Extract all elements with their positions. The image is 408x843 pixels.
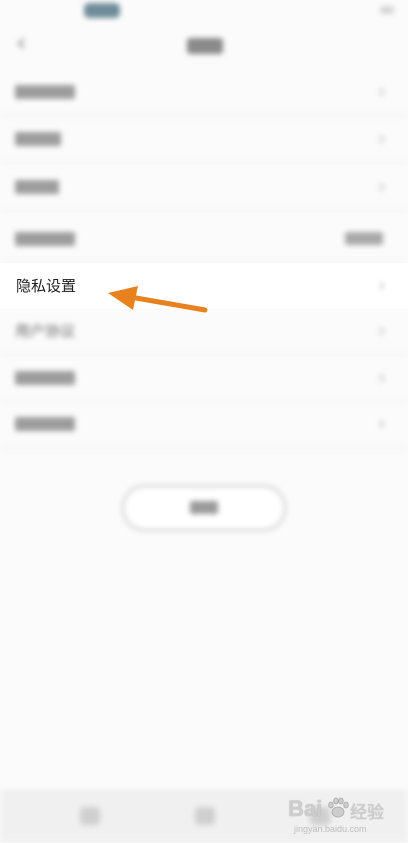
back-arrow-icon[interactable]: ‹ (16, 30, 26, 56)
settings-item-value (345, 232, 383, 245)
settings-item-label: 用户协议 (15, 322, 76, 340)
privacy-settings-label: 隐私设置 (16, 277, 77, 295)
settings-item-label (15, 180, 59, 194)
settings-item-label (15, 232, 75, 246)
paw-icon (328, 797, 349, 818)
settings-item-label (15, 371, 75, 385)
chevron-right-icon: › (378, 273, 386, 297)
page-title (187, 38, 223, 54)
nav-menu-icon[interactable] (80, 807, 100, 825)
chevron-right-icon: › (378, 365, 386, 389)
settings-item[interactable]: › (0, 355, 408, 402)
settings-item[interactable]: › (0, 69, 408, 116)
settings-item-version (0, 216, 408, 263)
settings-item-label (15, 132, 61, 146)
chevron-right-icon: › (378, 174, 386, 198)
settings-item-label (15, 85, 75, 99)
chevron-right-icon: › (378, 126, 386, 150)
chevron-right-icon: › (378, 318, 386, 342)
status-bar-indicator (84, 3, 120, 18)
nav-home-icon[interactable] (195, 807, 215, 825)
watermark-logo-cn: 经验 (350, 803, 384, 823)
watermark-logo-text: Bai (288, 796, 323, 821)
blurred-background-layer: ‹ › › › 用户协议 › › › (0, 0, 408, 843)
settings-item-label (15, 417, 75, 431)
settings-item-privacy[interactable]: 隐私设置 › (0, 263, 408, 309)
settings-item[interactable]: › (0, 164, 408, 211)
settings-item[interactable]: › (0, 401, 408, 448)
chevron-right-icon: › (378, 79, 386, 103)
status-bar-icon (380, 6, 394, 14)
chevron-right-icon: › (378, 411, 386, 435)
settings-item[interactable]: › (0, 116, 408, 163)
baidu-jingyan-watermark: Bai 经验 jingyan.baidu.com (288, 796, 388, 838)
logout-button[interactable] (122, 485, 286, 531)
button-label (190, 501, 218, 514)
settings-item-user-agreement[interactable]: 用户协议 › (0, 308, 408, 355)
watermark-url: jingyan.baidu.com (294, 824, 367, 834)
